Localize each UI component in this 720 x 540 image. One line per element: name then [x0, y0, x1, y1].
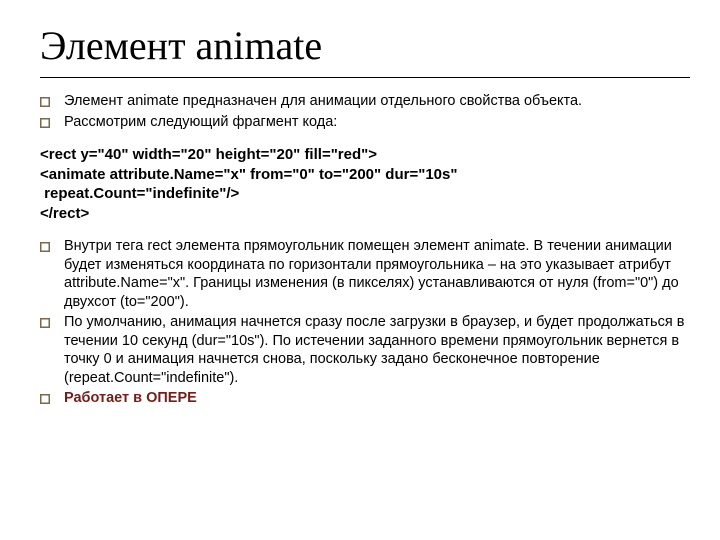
list-item: Внутри тега rect элемента прямоугольник … [40, 237, 690, 311]
slide-title: Элемент animate [40, 22, 690, 78]
bullet-icon [40, 95, 56, 109]
details-list: Внутри тега rect элемента прямоугольник … [40, 237, 690, 408]
list-item-text: Элемент animate предназначен для анимаци… [56, 92, 690, 111]
list-item-text: Рассмотрим следующий фрагмент кода: [56, 113, 690, 132]
list-item: Элемент animate предназначен для анимаци… [40, 92, 690, 111]
list-item-text: По умолчанию, анимация начнется сразу по… [56, 313, 690, 387]
slide: Элемент animate Элемент animate предназн… [0, 0, 720, 540]
list-item: Рассмотрим следующий фрагмент кода: [40, 113, 690, 132]
bullet-icon [40, 316, 56, 330]
intro-list: Элемент animate предназначен для анимаци… [40, 92, 690, 131]
slide-body: Элемент animate предназначен для анимаци… [40, 92, 690, 422]
list-item: По умолчанию, анимация начнется сразу по… [40, 313, 690, 387]
list-item-text: Внутри тега rect элемента прямоугольник … [56, 237, 690, 311]
list-item-text-emphasis: Работает в ОПЕРЕ [56, 389, 690, 408]
bullet-icon [40, 240, 56, 254]
bullet-icon [40, 116, 56, 130]
list-item: Работает в ОПЕРЕ [40, 389, 690, 408]
bullet-icon [40, 392, 56, 406]
code-snippet: <rect y="40" width="20" height="20" fill… [40, 145, 690, 223]
